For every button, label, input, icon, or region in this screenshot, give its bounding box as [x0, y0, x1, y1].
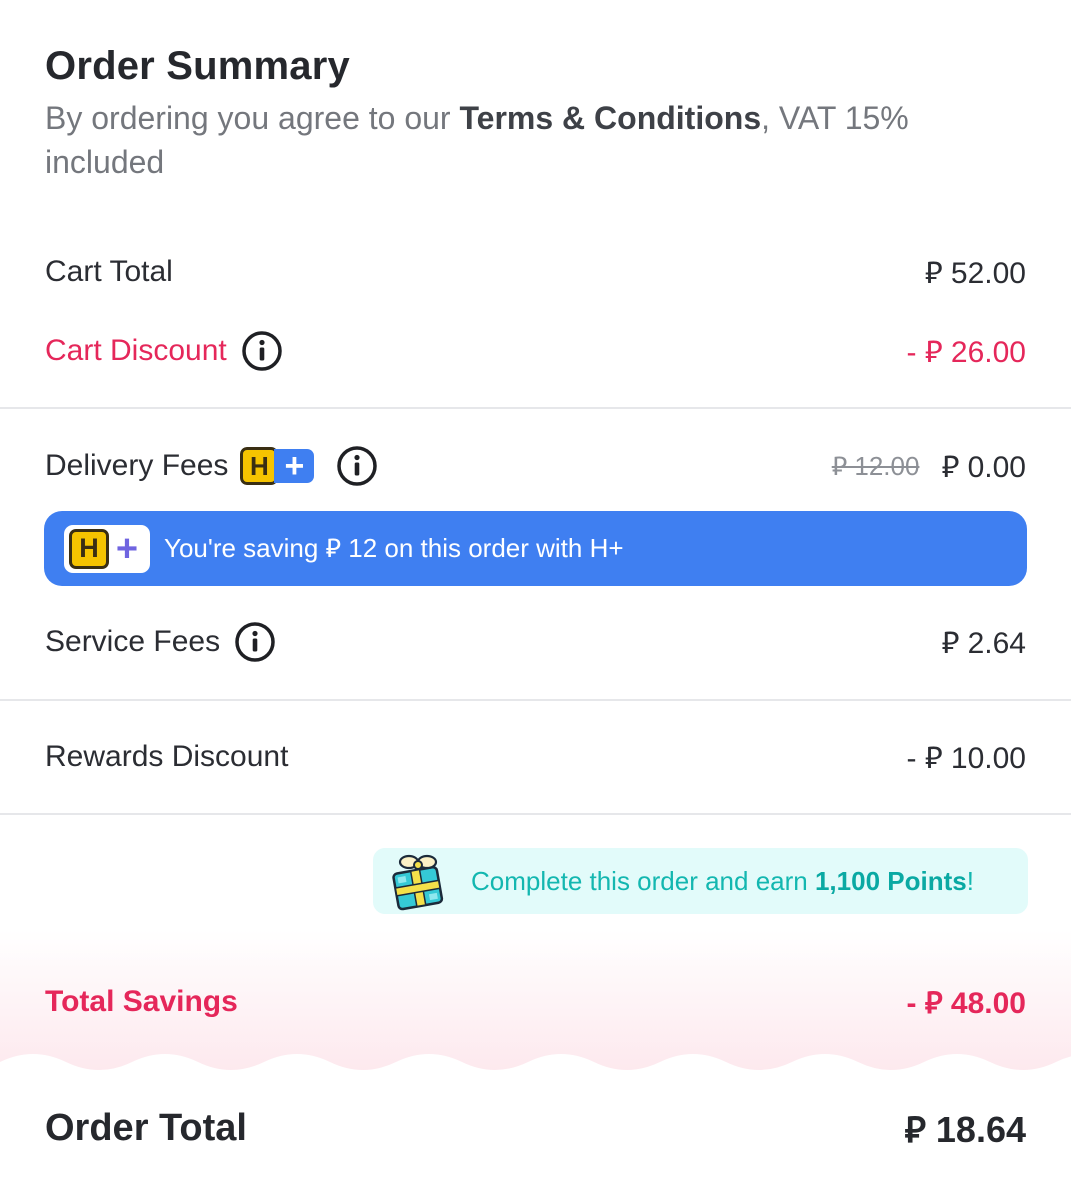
savings-wave-edge [0, 1054, 1071, 1080]
hplus-badge-icon: H + [64, 524, 150, 573]
divider [0, 813, 1071, 815]
total-savings-label: Total Savings [45, 985, 238, 1018]
hplus-savings-banner: H + You're saving ⃁ 12 on this order wit… [44, 511, 1027, 586]
points-text: Complete this order and earn 1,100 Point… [471, 866, 974, 897]
terms-link[interactable]: Terms & Conditions [459, 100, 761, 136]
info-icon[interactable] [336, 445, 378, 487]
total-savings-row: Total Savings - ⃁ 48.00 [45, 977, 1026, 1027]
cart-discount-label: Cart Discount [45, 334, 227, 367]
delivery-fees-original: ⃁ 12.00 [831, 450, 920, 481]
cart-total-row: Cart Total ⃁ 52.00 [45, 249, 1026, 295]
order-total-row: Order Total ⃁ 18.64 [45, 1103, 1026, 1153]
service-fees-label: Service Fees [45, 625, 221, 658]
order-subtitle: By ordering you agree to our Terms & Con… [45, 96, 1005, 184]
info-icon[interactable] [234, 621, 276, 663]
order-total-amount: ⃁ 18.64 [904, 1108, 1026, 1150]
info-icon[interactable] [241, 330, 283, 372]
points-suffix: ! [966, 865, 974, 896]
delivery-fees-amount: ⃁ 0.00 [941, 450, 1026, 484]
rewards-discount-row: Rewards Discount - ⃁ 10.00 [45, 734, 1026, 780]
total-savings-amount: - ⃁ 48.00 [906, 986, 1026, 1020]
rewards-discount-amount: - ⃁ 10.00 [906, 741, 1026, 775]
delivery-fees-label: Delivery Fees [45, 449, 229, 482]
subtitle-prefix: By ordering you agree to our [45, 100, 460, 136]
hplus-badge-plus: + [115, 527, 139, 570]
cart-total-label: Cart Total [45, 255, 173, 288]
service-fees-row: Service Fees ⃁ 2.64 [45, 619, 1026, 665]
gift-icon [392, 854, 444, 911]
points-value: 1,100 Points [814, 865, 967, 896]
cart-discount-amount: - ⃁ 26.00 [906, 335, 1026, 369]
hplus-savings-text: You're saving ⃁ 12 on this order with H+ [164, 533, 624, 563]
page-title: Order Summary [45, 44, 350, 88]
cart-total-amount: ⃁ 52.00 [924, 256, 1026, 290]
order-total-label: Order Total [45, 1106, 247, 1149]
delivery-fees-row: Delivery Fees H + ⃁ 12.00 ⃁ 0.00 [45, 443, 1026, 489]
hplus-badge-letter: H [69, 528, 109, 569]
hplus-badge-letter: H [240, 447, 279, 485]
cart-discount-row: Cart Discount - ⃁ 26.00 [45, 328, 1026, 374]
divider [0, 699, 1071, 701]
divider [0, 407, 1071, 409]
points-prefix: Complete this order and earn [471, 865, 815, 896]
hplus-badge-icon: H + [240, 447, 315, 485]
rewards-discount-label: Rewards Discount [45, 740, 289, 773]
service-fees-amount: ⃁ 2.64 [941, 626, 1026, 660]
hplus-badge-plus: + [274, 447, 315, 485]
points-banner: Complete this order and earn 1,100 Point… [373, 848, 1028, 914]
delivery-fees-amounts: ⃁ 12.00 ⃁ 0.00 [832, 447, 1026, 486]
